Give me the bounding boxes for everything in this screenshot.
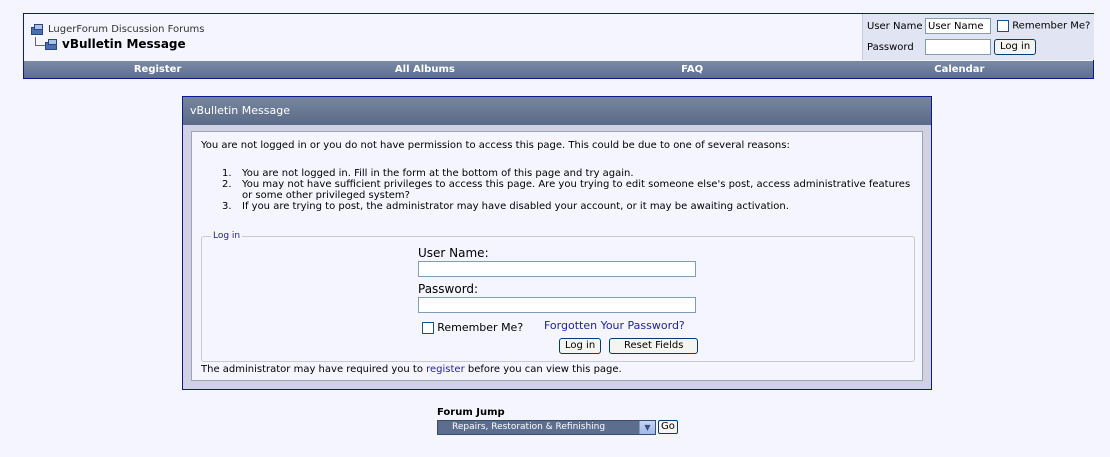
list-item: 2. You may not have sufficient privilege… — [222, 179, 911, 201]
header-password-input[interactable] — [925, 39, 991, 55]
forum-jump-title: Forum Jump — [437, 407, 505, 418]
reset-fields-button[interactable]: Reset Fields — [609, 338, 699, 354]
header-username-input[interactable] — [925, 18, 991, 34]
remember-checkbox[interactable] — [422, 321, 434, 334]
message-intro: You are not logged in or you do not have… — [201, 140, 790, 151]
username-input[interactable] — [418, 261, 696, 277]
message-panel-body: You are not logged in or you do not have… — [191, 131, 923, 381]
breadcrumb-forum-link[interactable]: LugerForum Discussion Forums — [48, 24, 205, 35]
header-password-label: Password — [867, 42, 914, 53]
message-footnote: The administrator may have required you … — [201, 364, 622, 375]
nav-register[interactable]: Register — [24, 61, 291, 78]
forum-home-icon[interactable] — [31, 23, 45, 35]
header-remember-label: Remember Me? — [1012, 20, 1091, 32]
forum-jump-selected: Repairs, Restoration & Refinishing — [452, 422, 606, 432]
list-item: 1. You are not logged in. Fill in the fo… — [222, 168, 634, 179]
forum-icon — [45, 38, 59, 50]
breadcrumb-current-page: vBulletin Message — [62, 37, 186, 51]
forum-jump-select[interactable]: Repairs, Restoration & Refinishing ▼ — [437, 420, 656, 435]
login-button[interactable]: Log in — [559, 338, 602, 354]
chevron-down-icon[interactable]: ▼ — [639, 421, 655, 434]
page-header: LugerForum Discussion Forums vBulletin M… — [23, 13, 1094, 79]
register-link[interactable]: register — [426, 364, 465, 375]
message-panel-title: vBulletin Message — [183, 97, 931, 125]
forum-jump-go-button[interactable]: Go — [658, 420, 678, 434]
password-label: Password: — [418, 282, 479, 296]
nav-calendar[interactable]: Calendar — [826, 61, 1093, 78]
password-input[interactable] — [418, 297, 696, 313]
username-label: User Name: — [418, 246, 489, 260]
forgot-password-link[interactable]: Forgotten Your Password? — [544, 319, 685, 332]
login-fieldset: Log in User Name: Password: Remember Me?… — [201, 231, 915, 362]
message-panel: vBulletin Message You are not logged in … — [182, 96, 932, 390]
reasons-list: 1. You are not logged in. Fill in the fo… — [222, 168, 922, 212]
navbar: Register All Albums FAQ Calendar — [24, 61, 1093, 78]
breadcrumb: LugerForum Discussion Forums vBulletin M… — [31, 22, 205, 52]
header-remember-checkbox[interactable] — [997, 20, 1009, 32]
header-login-box: User Name Remember Me? Password Log in — [862, 14, 1094, 60]
login-legend: Log in — [211, 231, 243, 241]
nav-faq[interactable]: FAQ — [559, 61, 826, 78]
header-login-button[interactable]: Log in — [994, 39, 1037, 55]
header-username-label: User Name — [867, 21, 923, 32]
remember-label: Remember Me? — [437, 321, 524, 334]
nav-all-albums[interactable]: All Albums — [291, 61, 558, 78]
tree-connector-icon — [35, 36, 45, 46]
list-item: 3. If you are trying to post, the admini… — [222, 201, 789, 212]
